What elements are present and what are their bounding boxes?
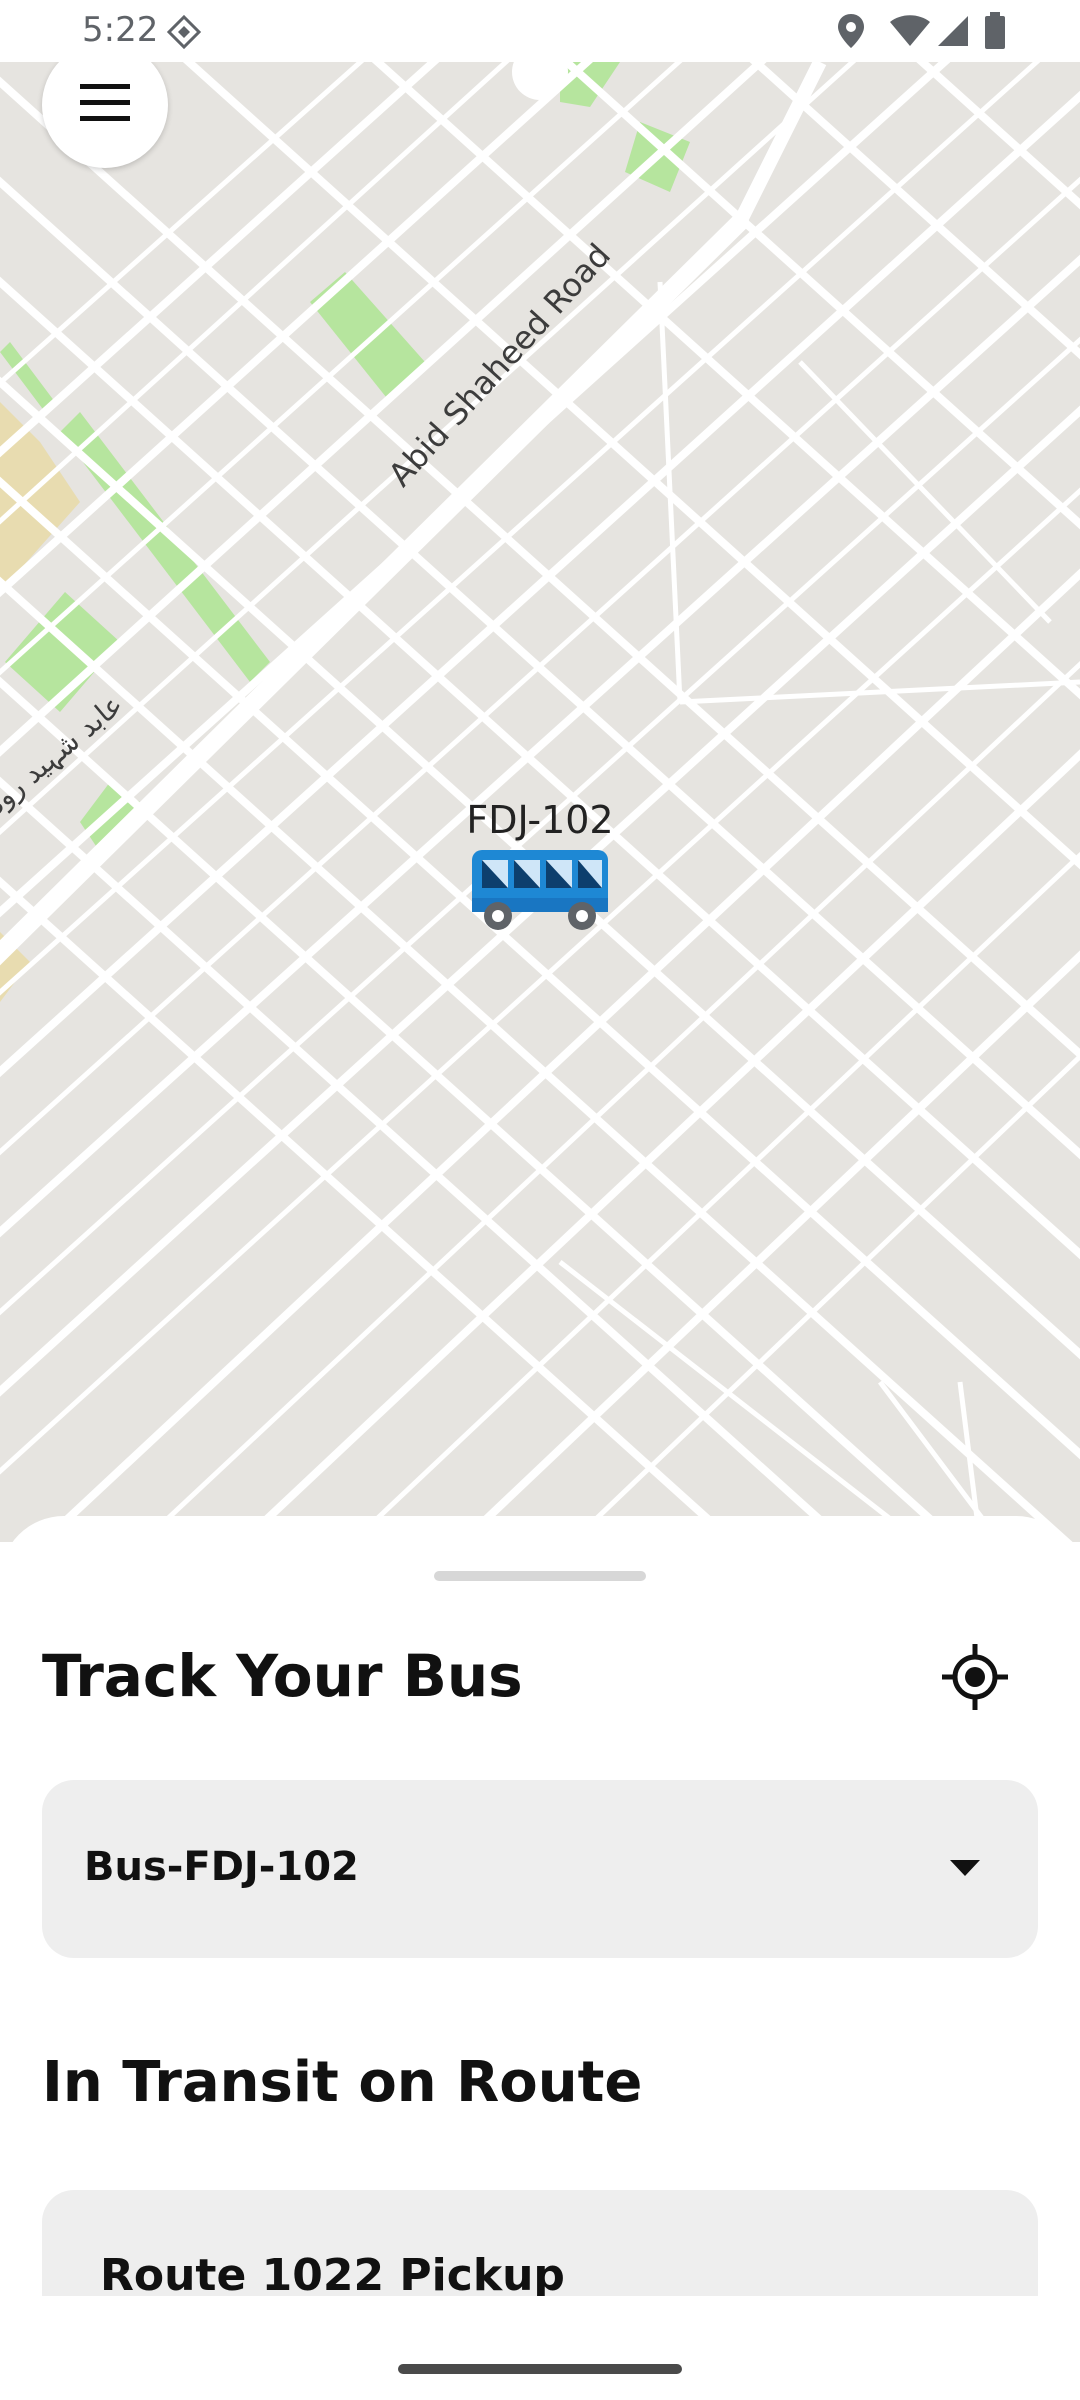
bus-marker-label: FDJ-102 <box>466 798 614 842</box>
status-bar: 5:22 <box>0 0 1080 62</box>
signal-icon <box>936 14 970 53</box>
bottom-sheet[interactable]: Track Your Bus Bus-FDJ-102 In Transit on… <box>0 1516 1080 2296</box>
battery-icon <box>984 12 1006 55</box>
diamond-notification-icon <box>166 14 202 55</box>
location-icon <box>836 12 866 55</box>
locate-button[interactable] <box>940 1642 1010 1712</box>
route-card-title: Route 1022 Pickup <box>100 2250 565 2296</box>
hamburger-menu-icon <box>80 83 130 127</box>
route-card[interactable]: Route 1022 Pickup <box>42 2190 1038 2296</box>
my-location-icon <box>942 1644 1008 1710</box>
wifi-icon <box>888 14 932 53</box>
transit-heading: In Transit on Route <box>42 2050 643 2115</box>
drag-handle[interactable] <box>434 1571 646 1581</box>
dropdown-arrow-icon <box>950 1860 980 1883</box>
bus-select-value: Bus-FDJ-102 <box>84 1844 359 1890</box>
map-view[interactable]: Abid Shaheed Road عابد شہید روڈ FDJ-102 <box>0 62 1080 1542</box>
sheet-title: Track Your Bus <box>42 1642 523 1710</box>
bus-select-dropdown[interactable]: Bus-FDJ-102 <box>42 1780 1038 1958</box>
screen: 5:22 Abid Shaheed Road عابد شہید روڈ FDJ… <box>0 0 1080 2400</box>
navigation-bar <box>0 2296 1080 2400</box>
status-time: 5:22 <box>82 10 159 50</box>
bus-icon <box>468 850 612 936</box>
home-gesture-pill[interactable] <box>398 2364 682 2374</box>
bus-marker[interactable]: FDJ-102 <box>460 798 620 937</box>
